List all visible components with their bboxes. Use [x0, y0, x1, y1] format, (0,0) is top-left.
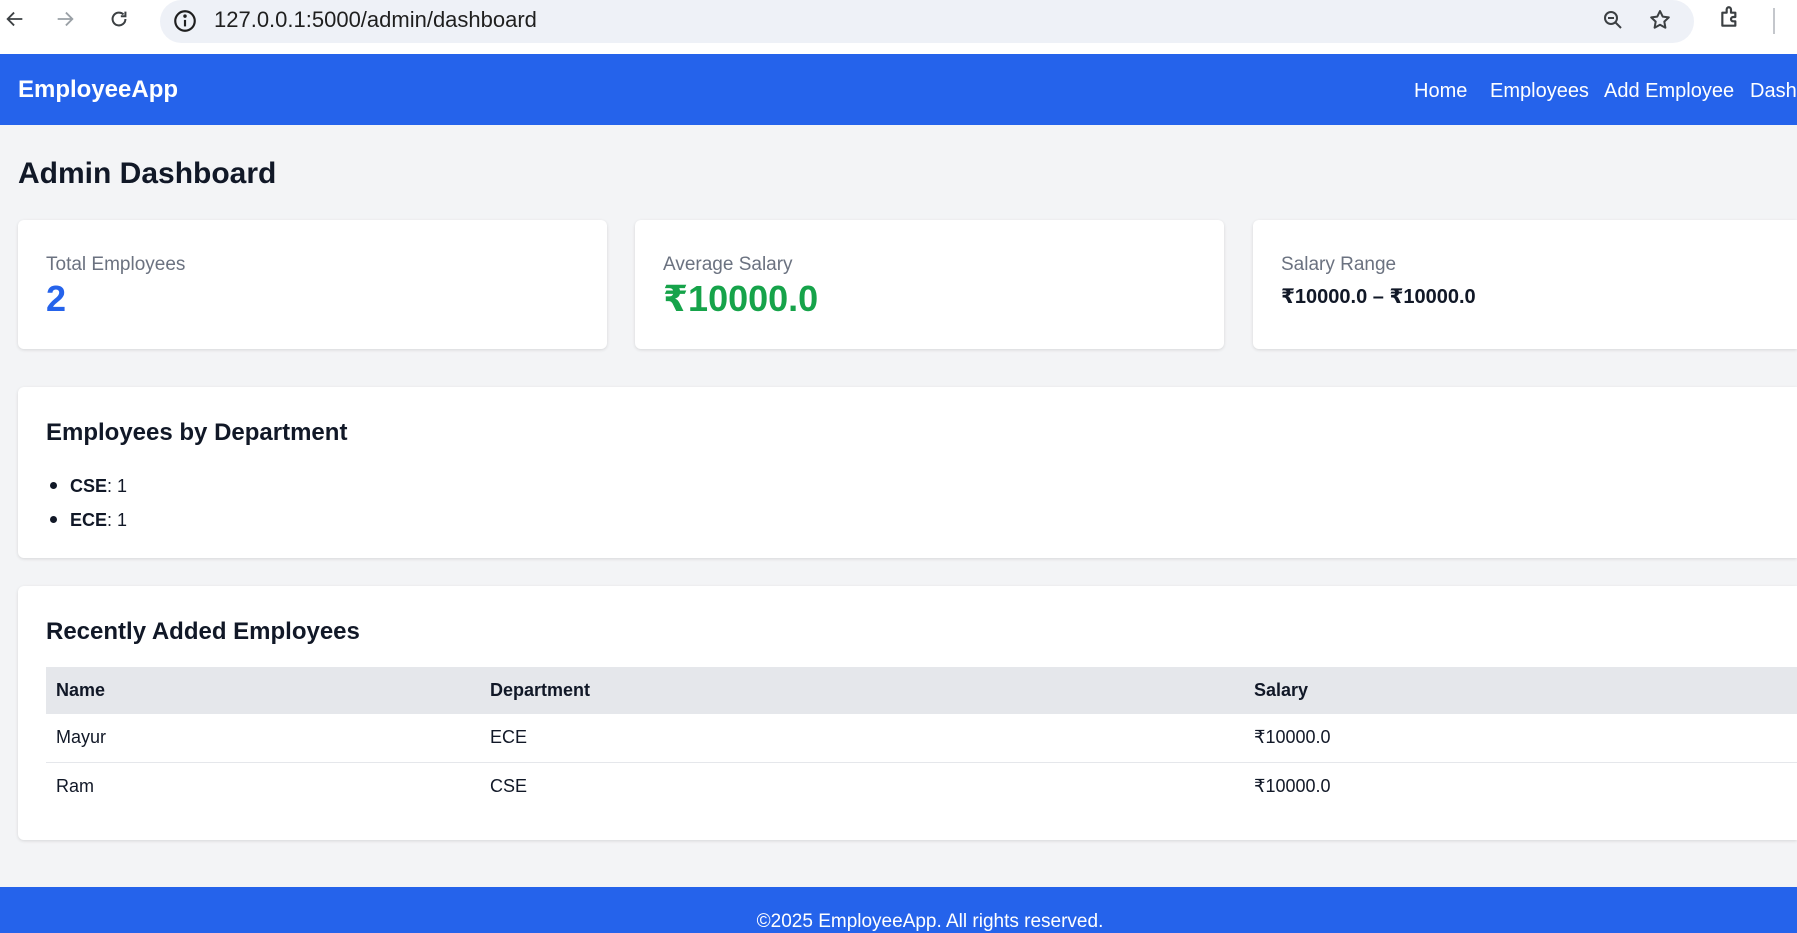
- salary-range-value: ₹10000.0 – ₹10000.0: [1281, 286, 1476, 308]
- page-title: Admin Dashboard: [18, 157, 277, 190]
- total-employees-value: 2: [46, 278, 67, 319]
- salary-range-card: Salary Range ₹10000.0 – ₹10000.0: [1253, 220, 1797, 349]
- department-name: CSE: [70, 475, 108, 496]
- forward-arrow-icon[interactable]: [50, 4, 80, 34]
- list-item: CSE: 1: [46, 469, 127, 503]
- brand-logo[interactable]: EmployeeApp: [18, 76, 178, 104]
- cell-department: CSE: [490, 775, 528, 796]
- cell-department: ECE: [480, 714, 1244, 763]
- nav-link-home[interactable]: Home: [1414, 80, 1467, 103]
- browser-toolbar: 127.0.0.1:5000/admin/dashboard: [0, 0, 1797, 54]
- employees-table: Name Department Salary Mayur ECE ₹10000.…: [46, 667, 1797, 810]
- recent-employees-title: Recently Added Employees: [46, 618, 360, 645]
- extensions-icon[interactable]: [1718, 4, 1748, 34]
- salary-range-label: Salary Range: [1281, 254, 1397, 275]
- nav-link-dashboard[interactable]: Dashboard: [1750, 80, 1797, 103]
- departments-card: Employees by Department CSE: 1 ECE: 1: [18, 387, 1797, 558]
- column-header-name: Name: [46, 667, 480, 714]
- cell-name: Mayur: [46, 714, 480, 763]
- back-arrow-icon[interactable]: [0, 4, 30, 34]
- table-header-row: Name Department Salary: [46, 667, 1797, 714]
- table-row: Mayur ECE ₹10000.0: [46, 714, 1797, 763]
- total-employees-label: Total Employees: [46, 254, 186, 275]
- cell-salary: ₹10000.0: [1254, 775, 1331, 796]
- total-employees-card: Total Employees 2: [18, 220, 607, 349]
- address-bar[interactable]: 127.0.0.1:5000/admin/dashboard: [160, 0, 1694, 43]
- department-list: CSE: 1 ECE: 1: [46, 469, 127, 537]
- department-count: : 1: [107, 475, 128, 496]
- footer-copyright: ©2025 EmployeeApp. All rights reserved.: [756, 911, 1104, 932]
- bookmark-star-icon[interactable]: [1645, 5, 1675, 35]
- list-item: ECE: 1: [46, 503, 127, 537]
- average-salary-label: Average Salary: [663, 254, 793, 275]
- department-count: : 1: [107, 509, 128, 530]
- table-row: Ram CSE ₹10000.0: [46, 762, 1797, 810]
- recent-employees-card: Recently Added Employees Name Department…: [18, 586, 1797, 840]
- toolbar-divider: [1773, 8, 1775, 34]
- app-navbar: EmployeeApp Home Employees Add Employee …: [0, 54, 1797, 125]
- average-salary-card: Average Salary ₹10000.0: [635, 220, 1224, 349]
- department-name: ECE: [70, 509, 108, 530]
- page-footer: ©2025 EmployeeApp. All rights reserved.: [0, 887, 1797, 933]
- cell-salary: ₹10000.0: [1244, 714, 1797, 763]
- reload-icon[interactable]: [104, 4, 134, 34]
- column-header-department: Department: [480, 667, 1244, 714]
- zoom-icon[interactable]: [1598, 5, 1628, 35]
- nav-link-employees[interactable]: Employees: [1490, 80, 1589, 103]
- cell-name: Ram: [56, 775, 95, 796]
- nav-link-add-employee[interactable]: Add Employee: [1604, 80, 1734, 103]
- average-salary-value: ₹10000.0: [663, 278, 819, 319]
- url-text: 127.0.0.1:5000/admin/dashboard: [214, 7, 537, 32]
- column-header-salary: Salary: [1244, 667, 1797, 714]
- site-info-icon[interactable]: [172, 8, 198, 34]
- departments-title: Employees by Department: [46, 419, 348, 446]
